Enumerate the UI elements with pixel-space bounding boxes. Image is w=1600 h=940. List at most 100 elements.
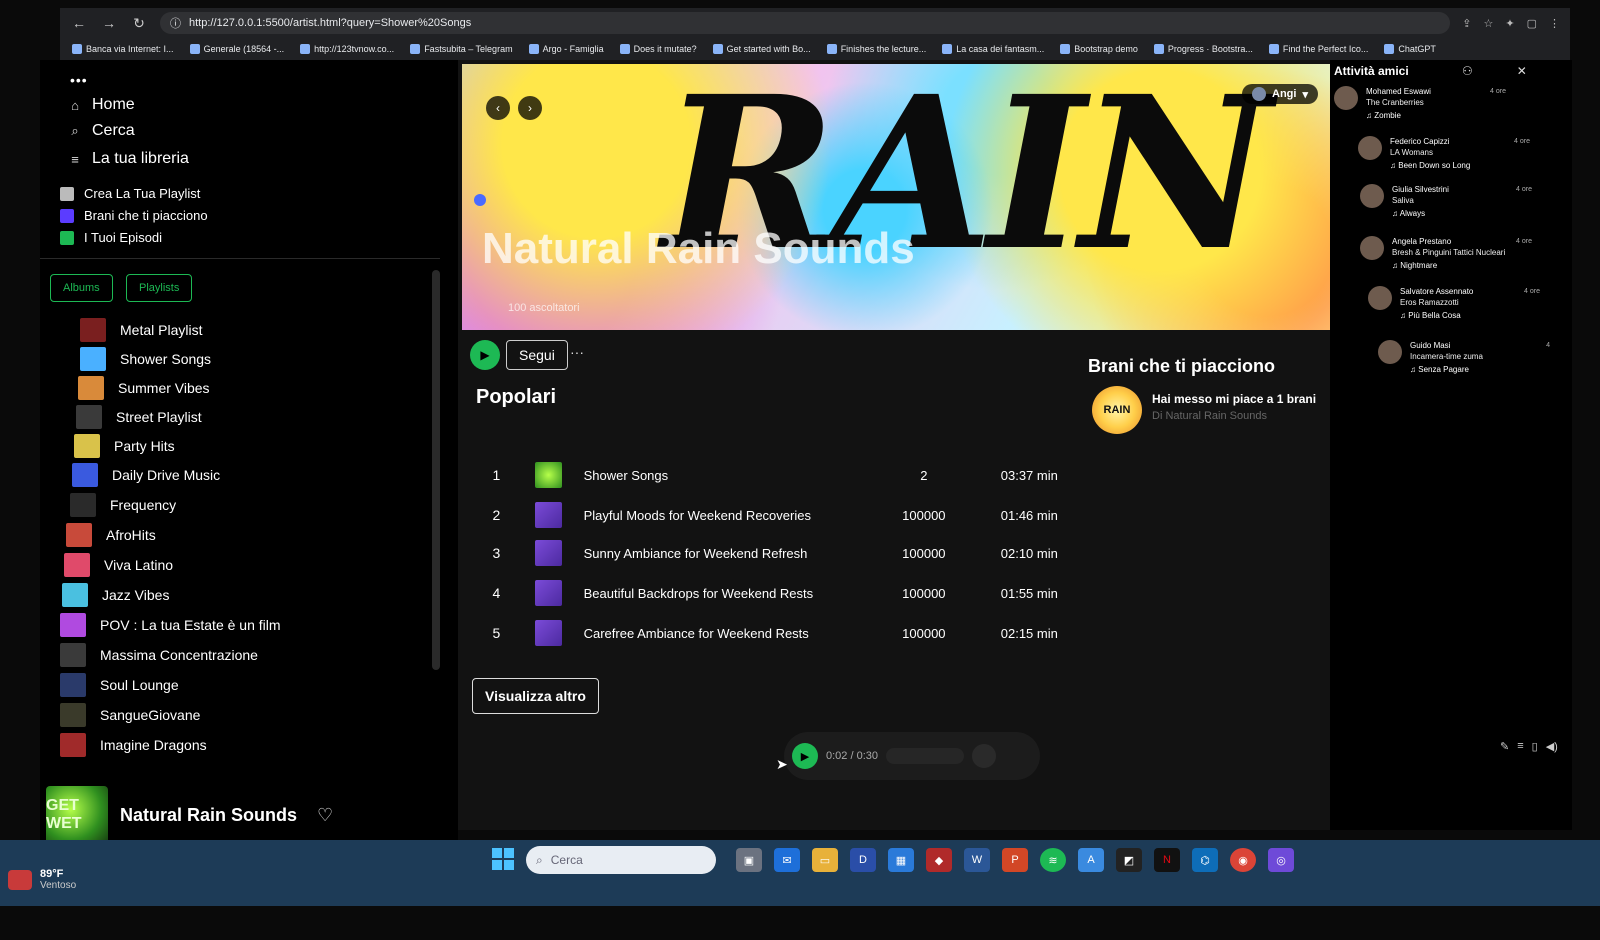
bookmark-item[interactable]: Finishes the lecture...	[826, 44, 926, 54]
bookmark-item[interactable]: Fastsubita – Telegram	[410, 44, 513, 54]
bookmark-item[interactable]: Banca via Internet: I...	[72, 44, 174, 54]
playlist-item[interactable]: Party Hits	[74, 434, 175, 458]
pen-icon[interactable]: ✎	[1500, 740, 1509, 753]
show-more-button[interactable]: Visualizza altro	[472, 678, 599, 714]
menu-dots-icon[interactable]: •••	[70, 72, 88, 88]
bookmark-item[interactable]: Bootstrap demo	[1060, 44, 1138, 54]
sticky-notes-icon[interactable]: ◩	[1116, 848, 1142, 872]
weather-widget[interactable]: 89°F Ventoso	[8, 868, 76, 891]
spotify-icon[interactable]: ≋	[1040, 848, 1066, 872]
track-cover	[534, 540, 562, 566]
playlist-item[interactable]: Viva Latino	[64, 553, 173, 577]
address-bar[interactable]: ⓘ http://127.0.0.1:5500/artist.html?quer…	[160, 12, 1451, 34]
bookmark-item[interactable]: Argo - Famiglia	[528, 44, 604, 54]
speaker-icon[interactable]: ◀)	[1546, 740, 1558, 753]
playlist-item[interactable]: SangueGiovane	[60, 703, 200, 727]
bookmark-item[interactable]: Progress · Bootstra...	[1153, 44, 1253, 54]
track-row[interactable]: 3 Sunny Ambiance for Weekend Refresh 10000…	[482, 538, 1082, 568]
create-playlist[interactable]: Crea La Tua Playlist	[60, 186, 200, 201]
like-heart-icon[interactable]: ♡	[317, 805, 333, 826]
chevron-left-icon[interactable]: ‹	[486, 96, 510, 120]
bookmark-item[interactable]: Generale (18564 -...	[189, 44, 284, 54]
player-progress[interactable]	[886, 748, 964, 764]
playlist-item[interactable]: Shower Songs	[80, 347, 211, 371]
bookmark-item[interactable]: La casa dei fantasm...	[942, 44, 1044, 54]
store-icon[interactable]: ▦	[888, 848, 914, 872]
playlist-item[interactable]: Jazz Vibes	[62, 583, 169, 607]
extensions-icon[interactable]: ✦	[1505, 17, 1514, 30]
friend-item[interactable]: Guido Masi 4 Incamera-time zuma ♫ Senza Pag…	[1378, 340, 1550, 375]
chevron-right-icon[interactable]: ›	[518, 96, 542, 120]
forward-arrow-icon[interactable]: →	[100, 15, 118, 31]
sidepanel-icon[interactable]: ▢	[1527, 17, 1537, 30]
windows-start-icon[interactable]	[492, 848, 514, 870]
folder-icon[interactable]: ▭	[812, 848, 838, 872]
nav-library[interactable]: ≡ La tua libreria	[68, 150, 189, 168]
bookmark-item[interactable]: Find the Perfect Ico...	[1268, 44, 1368, 54]
track-cover	[534, 620, 562, 646]
antivirus-icon[interactable]: ◆	[926, 848, 952, 872]
playlist-item[interactable]: Daily Drive Music	[72, 463, 220, 487]
filter-playlists[interactable]: Playlists	[126, 274, 193, 302]
disney-icon[interactable]: D	[850, 848, 876, 872]
nav-search[interactable]: ⌕ Cerca	[68, 122, 134, 140]
more-options-icon[interactable]: ···	[570, 344, 584, 360]
playlist-item[interactable]: Metal Playlist	[80, 318, 202, 342]
filter-albums[interactable]: Albums	[50, 274, 113, 302]
friend-item[interactable]: Salvatore Assennato 4 ore Eros Ramazzotti ♫…	[1368, 286, 1540, 321]
friend-item[interactable]: Giulia Silvestrini 4 ore Saliva ♫ Always	[1360, 184, 1532, 219]
bookmark-favicon-icon	[826, 44, 837, 54]
device-icon[interactable]: ▯	[1532, 740, 1538, 753]
powerpoint-icon[interactable]: P	[1002, 848, 1028, 872]
reload-icon[interactable]: ↻	[130, 15, 148, 32]
friend-item[interactable]: Mohamed Eswawi 4 ore The Cranberries ♫ Zomb…	[1334, 86, 1506, 121]
back-arrow-icon[interactable]: ←	[70, 15, 88, 31]
volume-icon[interactable]	[972, 744, 996, 768]
user-menu[interactable]: Angi ▾	[1242, 84, 1318, 104]
task-view-icon[interactable]: ▣	[736, 848, 762, 872]
friend-item[interactable]: Angela Prestano 4 ore Bresh & Pinguini Tat…	[1360, 236, 1532, 271]
playlist-item[interactable]: POV : La tua Estate è un film	[60, 613, 281, 637]
star-icon[interactable]: ☆	[1484, 17, 1494, 30]
playlist-item[interactable]: Soul Lounge	[60, 673, 179, 697]
nav-home[interactable]: ⌂ Home	[68, 96, 135, 114]
bookmark-item[interactable]: http://123tvnow.co...	[300, 44, 394, 54]
sidebar-divider	[40, 258, 440, 259]
chrome-actions: ⇪ ☆ ✦ ▢ ⋮	[1462, 17, 1560, 30]
playlist-item[interactable]: Frequency	[70, 493, 176, 517]
vscode-icon[interactable]: ⌬	[1192, 848, 1218, 872]
player-play-button[interactable]: ▶	[792, 743, 818, 769]
github-icon[interactable]: ◎	[1268, 848, 1294, 872]
queue-icon[interactable]: ≡	[1517, 740, 1523, 753]
episodes-link[interactable]: I Tuoi Episodi	[60, 230, 162, 245]
play-button[interactable]: ▶	[470, 340, 500, 370]
follow-button[interactable]: Segui	[506, 340, 568, 370]
share-icon[interactable]: ⇪	[1462, 17, 1471, 30]
sidebar-scrollbar[interactable]	[432, 270, 440, 670]
info-icon[interactable]: ⓘ	[170, 15, 181, 31]
track-row[interactable]: 2 Playful Moods for Weekend Recoveries 100…	[482, 500, 1082, 530]
taskbar-search[interactable]: ⌕ Cerca	[526, 846, 716, 874]
word-icon[interactable]: W	[964, 848, 990, 872]
track-row[interactable]: 4 Beautiful Backdrops for Weekend Rests 10…	[482, 578, 1082, 608]
mail-icon[interactable]: ✉	[774, 848, 800, 872]
bookmark-item[interactable]: Get started with Bo...	[712, 44, 811, 54]
playlist-item[interactable]: Massima Concentrazione	[60, 643, 258, 667]
add-friend-icon[interactable]: ⚇	[1462, 64, 1473, 78]
playlist-item[interactable]: AfroHits	[66, 523, 156, 547]
liked-songs-link[interactable]: Brani che ti piacciono	[60, 208, 208, 223]
bookmark-item[interactable]: ChatGPT	[1384, 44, 1436, 54]
kebab-menu-icon[interactable]: ⋮	[1549, 17, 1560, 30]
playlist-item[interactable]: Imagine Dragons	[60, 733, 207, 757]
chrome-icon[interactable]: ◉	[1230, 848, 1256, 872]
netflix-icon[interactable]: N	[1154, 848, 1180, 872]
bookmark-item[interactable]: Does it mutate?	[619, 44, 697, 54]
track-row[interactable]: 5 Carefree Ambiance for Weekend Rests 1000…	[482, 618, 1082, 648]
friend-item[interactable]: Federico Capizzi 4 ore LA Womans ♫ Been Dow…	[1358, 136, 1530, 171]
bookmark-icon	[60, 230, 74, 245]
playlist-item[interactable]: Summer Vibes	[78, 376, 210, 400]
close-icon[interactable]: ✕	[1517, 64, 1527, 78]
track-row[interactable]: 1 Shower Songs 2 03:37 min	[482, 460, 1082, 490]
playlist-item[interactable]: Street Playlist	[76, 405, 202, 429]
appstore-icon[interactable]: A	[1078, 848, 1104, 872]
